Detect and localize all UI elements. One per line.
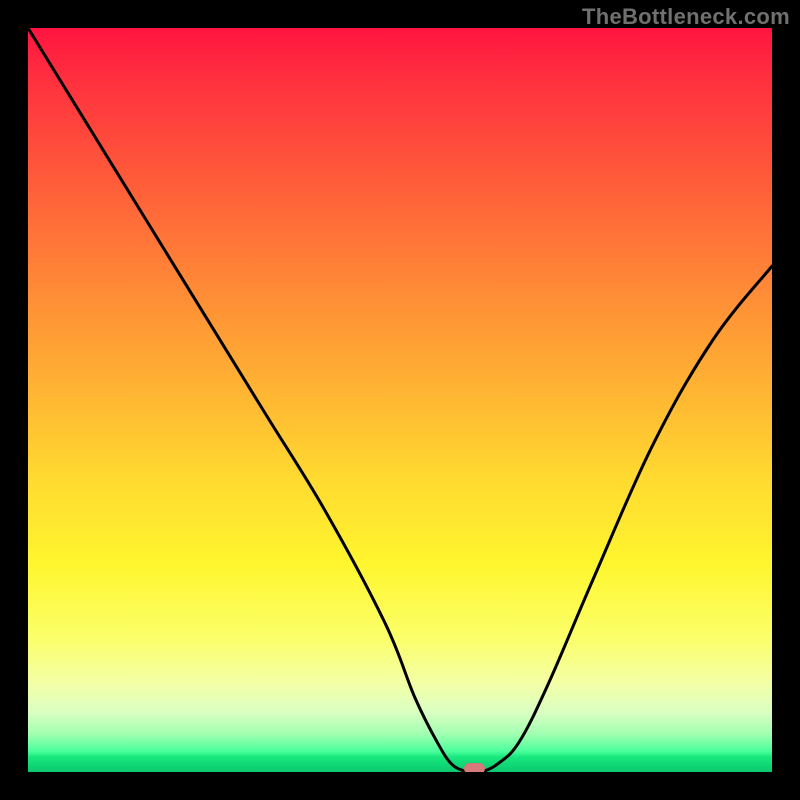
curve-main-path [28, 28, 772, 772]
min-marker [464, 763, 485, 772]
plot-area [28, 28, 772, 772]
curve-svg [28, 28, 772, 772]
watermark-text: TheBottleneck.com [582, 4, 790, 30]
chart-container: TheBottleneck.com [0, 0, 800, 800]
